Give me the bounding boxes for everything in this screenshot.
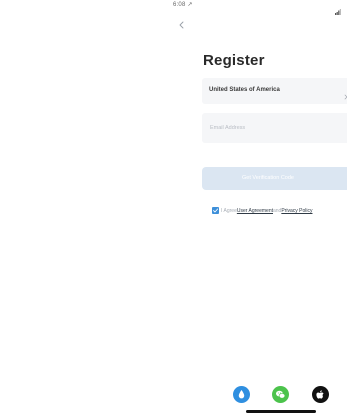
country-value: United States of America <box>209 87 280 93</box>
get-verification-code-button[interactable]: Get Verification Code <box>202 167 347 190</box>
signal-icon <box>335 2 341 15</box>
social-login-row <box>0 386 347 404</box>
social-login-wechat[interactable] <box>272 386 289 403</box>
check-icon <box>213 208 219 213</box>
user-agreement-link[interactable]: User Agreement <box>237 208 273 214</box>
status-time: 6:08 ↗ <box>173 2 193 8</box>
apple-icon <box>316 390 324 399</box>
chevron-left-icon <box>176 18 188 35</box>
agree-prefix: I Agree <box>221 208 237 214</box>
verify-button-label: Get Verification Code <box>242 175 294 181</box>
home-indicator <box>246 410 316 413</box>
page-title: Register <box>203 52 265 69</box>
privacy-policy-link[interactable]: Privacy Policy <box>281 208 312 214</box>
agreement-row: I AgreeUser AgreementandPrivacy Policy <box>212 207 347 215</box>
chevron-right-icon <box>343 87 347 100</box>
register-screen: 6:08 ↗ Register United States of America <box>0 0 347 418</box>
email-field[interactable] <box>202 113 347 143</box>
social-login-blue[interactable] <box>233 386 250 403</box>
social-login-apple[interactable] <box>312 386 329 403</box>
back-button[interactable] <box>176 18 188 30</box>
status-bar: 6:08 ↗ <box>0 0 347 15</box>
agree-checkbox[interactable] <box>212 207 219 214</box>
wechat-icon <box>276 390 286 399</box>
drop-icon <box>238 390 245 399</box>
country-select[interactable]: United States of America <box>202 78 347 104</box>
